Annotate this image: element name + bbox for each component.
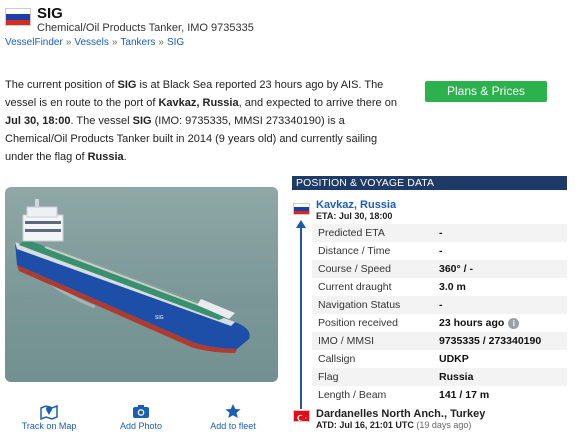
row-value: - (439, 245, 443, 257)
row-label: Distance / Time (318, 245, 391, 257)
row-value: UDKP (439, 353, 469, 365)
row-label: Callsign (318, 353, 356, 365)
breadcrumb-separator: » (111, 37, 118, 48)
row-label: Navigation Status (318, 299, 401, 311)
breadcrumb-vesselfinder[interactable]: VesselFinder (5, 37, 63, 48)
add-photo-button[interactable]: Add Photo (101, 402, 181, 431)
row-value: - (439, 299, 443, 311)
atd-time: ATD: Jul 16, 21:01 UTC (316, 420, 414, 430)
tanker-ship-image: SIG (5, 187, 278, 382)
vessel-actions: Track on Map Add Photo Add to fleet (0, 402, 290, 438)
table-row: Length / Beam 141 / 17 m (312, 386, 567, 404)
row-label: IMO / MMSI (318, 335, 374, 347)
vessel-name: SIG (37, 5, 63, 22)
origin-port: Dardanelles North Anch., Turkey (316, 408, 486, 420)
row-label: Flag (318, 371, 339, 383)
svg-text:SIG: SIG (155, 315, 164, 321)
breadcrumb-separator: » (65, 37, 72, 48)
breadcrumb-tankers[interactable]: Tankers (120, 37, 155, 48)
voyage-section-title: POSITION & VOYAGE DATA (292, 176, 567, 190)
row-value: 141 / 17 m (439, 389, 490, 401)
track-on-map-button[interactable]: Track on Map (9, 402, 89, 431)
vessel-description: The current position of SIG is at Black … (5, 79, 397, 163)
voyage-timeline (300, 226, 302, 409)
camera-icon (133, 405, 149, 418)
table-row: Distance / Time - (312, 242, 567, 260)
add-to-fleet-label: Add to fleet (210, 421, 256, 431)
star-icon (225, 404, 241, 418)
row-label: Length / Beam (318, 389, 387, 401)
info-icon[interactable]: i (508, 317, 520, 329)
destination-eta: ETA: Jul 30, 18:00 (316, 211, 393, 221)
row-value: Russia (439, 371, 474, 383)
track-on-map-label: Track on Map (21, 421, 77, 431)
turkey-flag-icon (293, 410, 310, 422)
table-row: Position received 23 hours ago i (312, 314, 567, 332)
row-label: Predicted ETA (318, 227, 385, 239)
table-row: Current draught 3.0 m (312, 278, 567, 296)
origin-atd: ATD: Jul 16, 21:01 UTC (19 days ago) (316, 420, 471, 430)
table-row: IMO / MMSI 9735335 / 273340190 (312, 332, 567, 350)
row-value: 360° / - (439, 263, 473, 275)
add-to-fleet-button[interactable]: Add to fleet (193, 402, 273, 431)
breadcrumb-vessels[interactable]: Vessels (74, 37, 108, 48)
vessel-type-imo: Chemical/Oil Products Tanker, IMO 973533… (37, 22, 254, 34)
row-label: Course / Speed (318, 263, 391, 275)
table-row: Callsign UDKP (312, 350, 567, 368)
table-row: Course / Speed 360° / - (312, 260, 567, 278)
add-photo-label: Add Photo (119, 421, 163, 431)
destination-port-link[interactable]: Kavkaz, Russia (316, 199, 396, 211)
row-value: 23 hours ago i (439, 317, 567, 329)
plans-prices-button[interactable]: Plans & Prices (425, 81, 547, 102)
row-value: 3.0 m (439, 281, 466, 293)
row-value: 9735335 / 273340190 (439, 335, 542, 347)
table-row: Flag Russia (312, 368, 567, 386)
vessel-header: SIG Chemical/Oil Products Tanker, IMO 97… (0, 0, 587, 50)
row-label: Position received (318, 317, 398, 329)
row-value: - (439, 227, 443, 239)
map-pin-icon (40, 404, 58, 420)
atd-ago: (19 days ago) (416, 420, 472, 430)
russia-flag-icon (5, 8, 31, 26)
row-label: Current draught (318, 281, 392, 293)
breadcrumb: VesselFinder» Vessels» Tankers» SIG (5, 37, 184, 48)
breadcrumb-sig[interactable]: SIG (167, 37, 184, 48)
breadcrumb-separator: » (158, 37, 164, 48)
voyage-data-table: Predicted ETA - Distance / Time - Course… (312, 224, 567, 404)
position-received-value: 23 hours ago (439, 317, 505, 329)
table-row: Navigation Status - (312, 296, 567, 314)
table-row: Predicted ETA - (312, 224, 567, 242)
russia-flag-icon (293, 203, 310, 215)
vessel-photo[interactable]: SIG (5, 187, 278, 382)
